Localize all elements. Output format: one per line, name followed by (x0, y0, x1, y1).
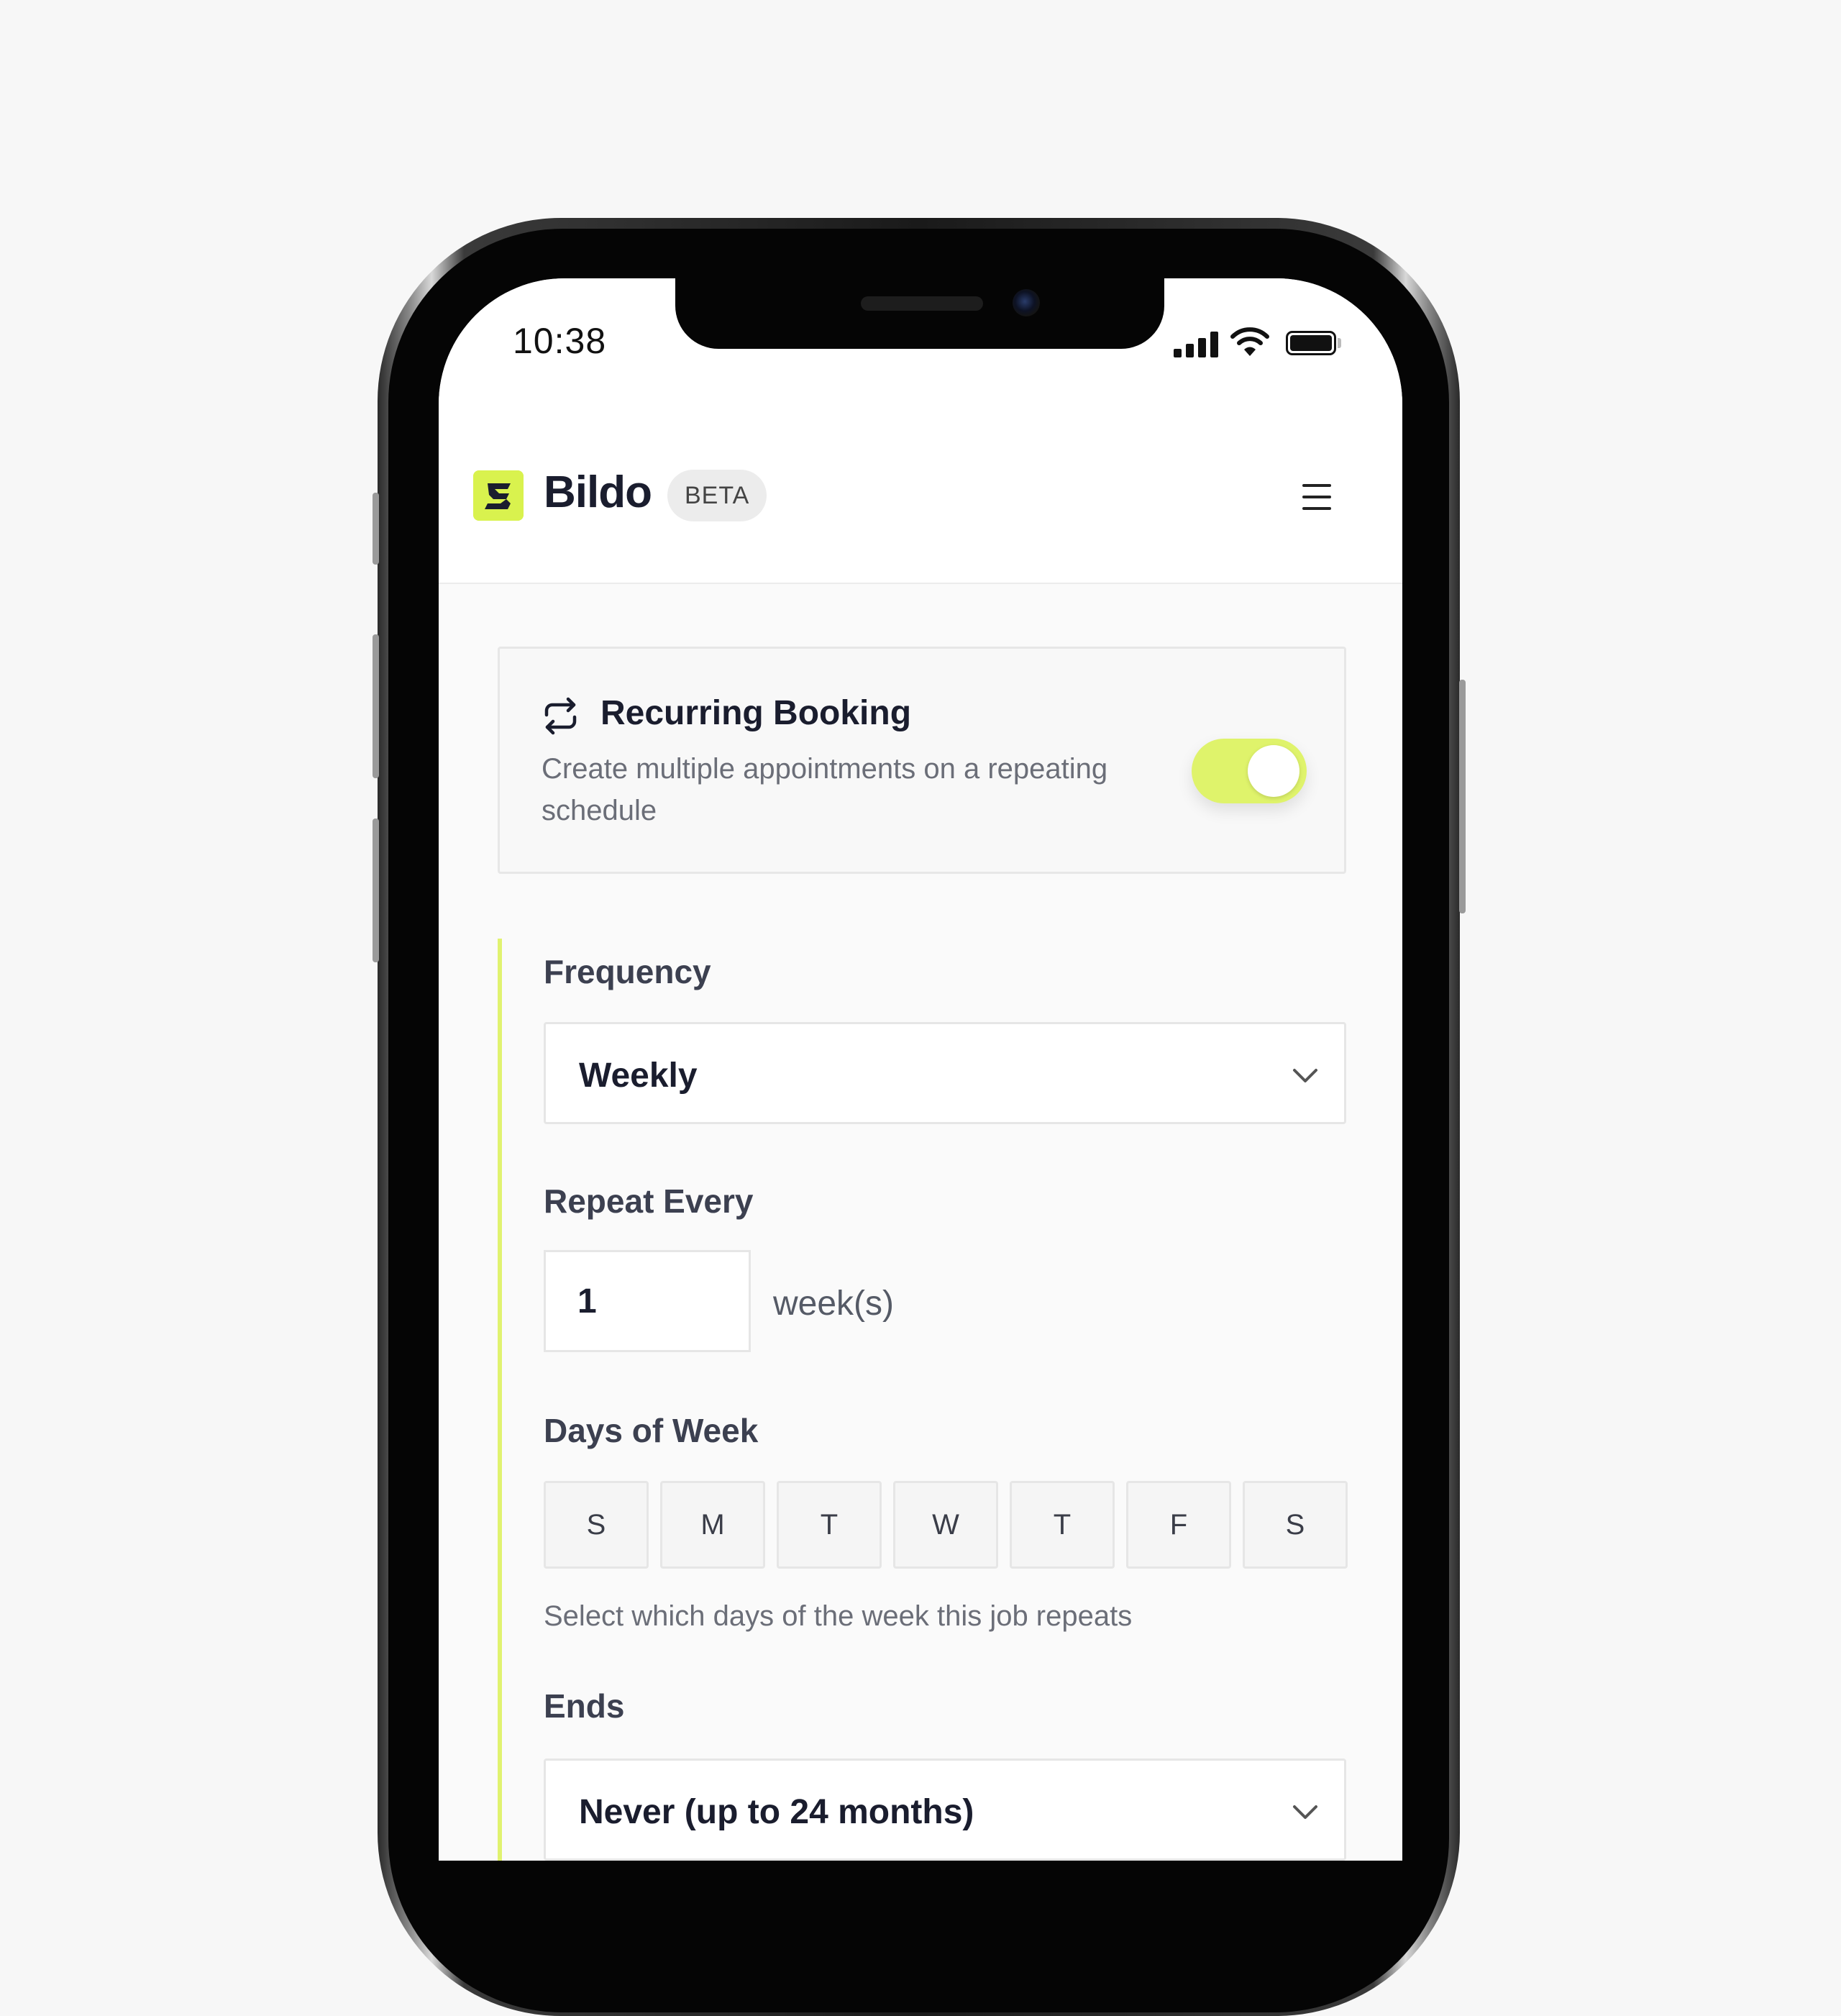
repeat-every-label: Repeat Every (544, 1182, 754, 1220)
volume-down-button (373, 818, 379, 962)
logo-icon (473, 470, 524, 521)
ends-value: Never (up to 24 months) (579, 1793, 974, 1831)
ends-label: Ends (544, 1687, 625, 1725)
day-button-saturday[interactable]: S (1243, 1481, 1348, 1569)
repeat-every-unit: week(s) (773, 1285, 895, 1323)
day-button-monday[interactable]: M (660, 1481, 765, 1569)
frequency-label: Frequency (544, 953, 711, 990)
days-of-week-help: Select which days of the week this job r… (544, 1600, 1133, 1632)
recurring-booking-card: Recurring Booking Create multiple appoin… (498, 647, 1346, 874)
front-camera (1013, 289, 1040, 316)
day-button-tuesday[interactable]: T (777, 1481, 882, 1569)
day-button-thursday[interactable]: T (1010, 1481, 1115, 1569)
menu-button[interactable] (1299, 483, 1334, 511)
app-header: Bildo BETA (439, 405, 1402, 584)
recurring-booking-toggle[interactable] (1192, 739, 1307, 803)
recurring-booking-title: Recurring Booking (600, 694, 912, 732)
repeat-every-input[interactable] (544, 1250, 751, 1352)
status-time: 10:38 (513, 321, 607, 361)
section-accent-bar (498, 939, 502, 1861)
beta-badge: BETA (667, 470, 767, 521)
chevron-down-icon (1293, 1069, 1317, 1082)
day-button-friday[interactable]: F (1126, 1481, 1231, 1569)
menu-icon-line (1302, 484, 1331, 487)
power-button (1459, 680, 1466, 913)
recurring-booking-description: Create multiple appointments on a repeat… (542, 753, 1108, 826)
notch (675, 273, 1164, 349)
menu-icon-line (1302, 507, 1331, 510)
screen: 10:38 Bildo BETA Recurring Booking Creat… (439, 278, 1402, 1861)
wifi-icon (1230, 327, 1269, 356)
brand-name: Bildo (544, 467, 652, 517)
days-of-week-label: Days of Week (544, 1412, 759, 1449)
repeat-icon (544, 697, 577, 735)
chevron-down-icon (1293, 1805, 1317, 1819)
volume-up-button (373, 634, 379, 778)
battery-icon (1286, 331, 1336, 355)
mute-switch (373, 493, 379, 565)
menu-icon-line (1302, 496, 1331, 498)
day-button-sunday[interactable]: S (544, 1481, 649, 1569)
signal-icon (1174, 330, 1220, 357)
battery-cap (1338, 338, 1341, 348)
speaker-grille (861, 296, 983, 311)
toggle-knob (1248, 745, 1299, 797)
ends-select[interactable]: Never (up to 24 months) (544, 1759, 1346, 1861)
frequency-select[interactable]: Weekly (544, 1022, 1346, 1124)
frequency-value: Weekly (579, 1057, 698, 1095)
day-button-wednesday[interactable]: W (893, 1481, 998, 1569)
